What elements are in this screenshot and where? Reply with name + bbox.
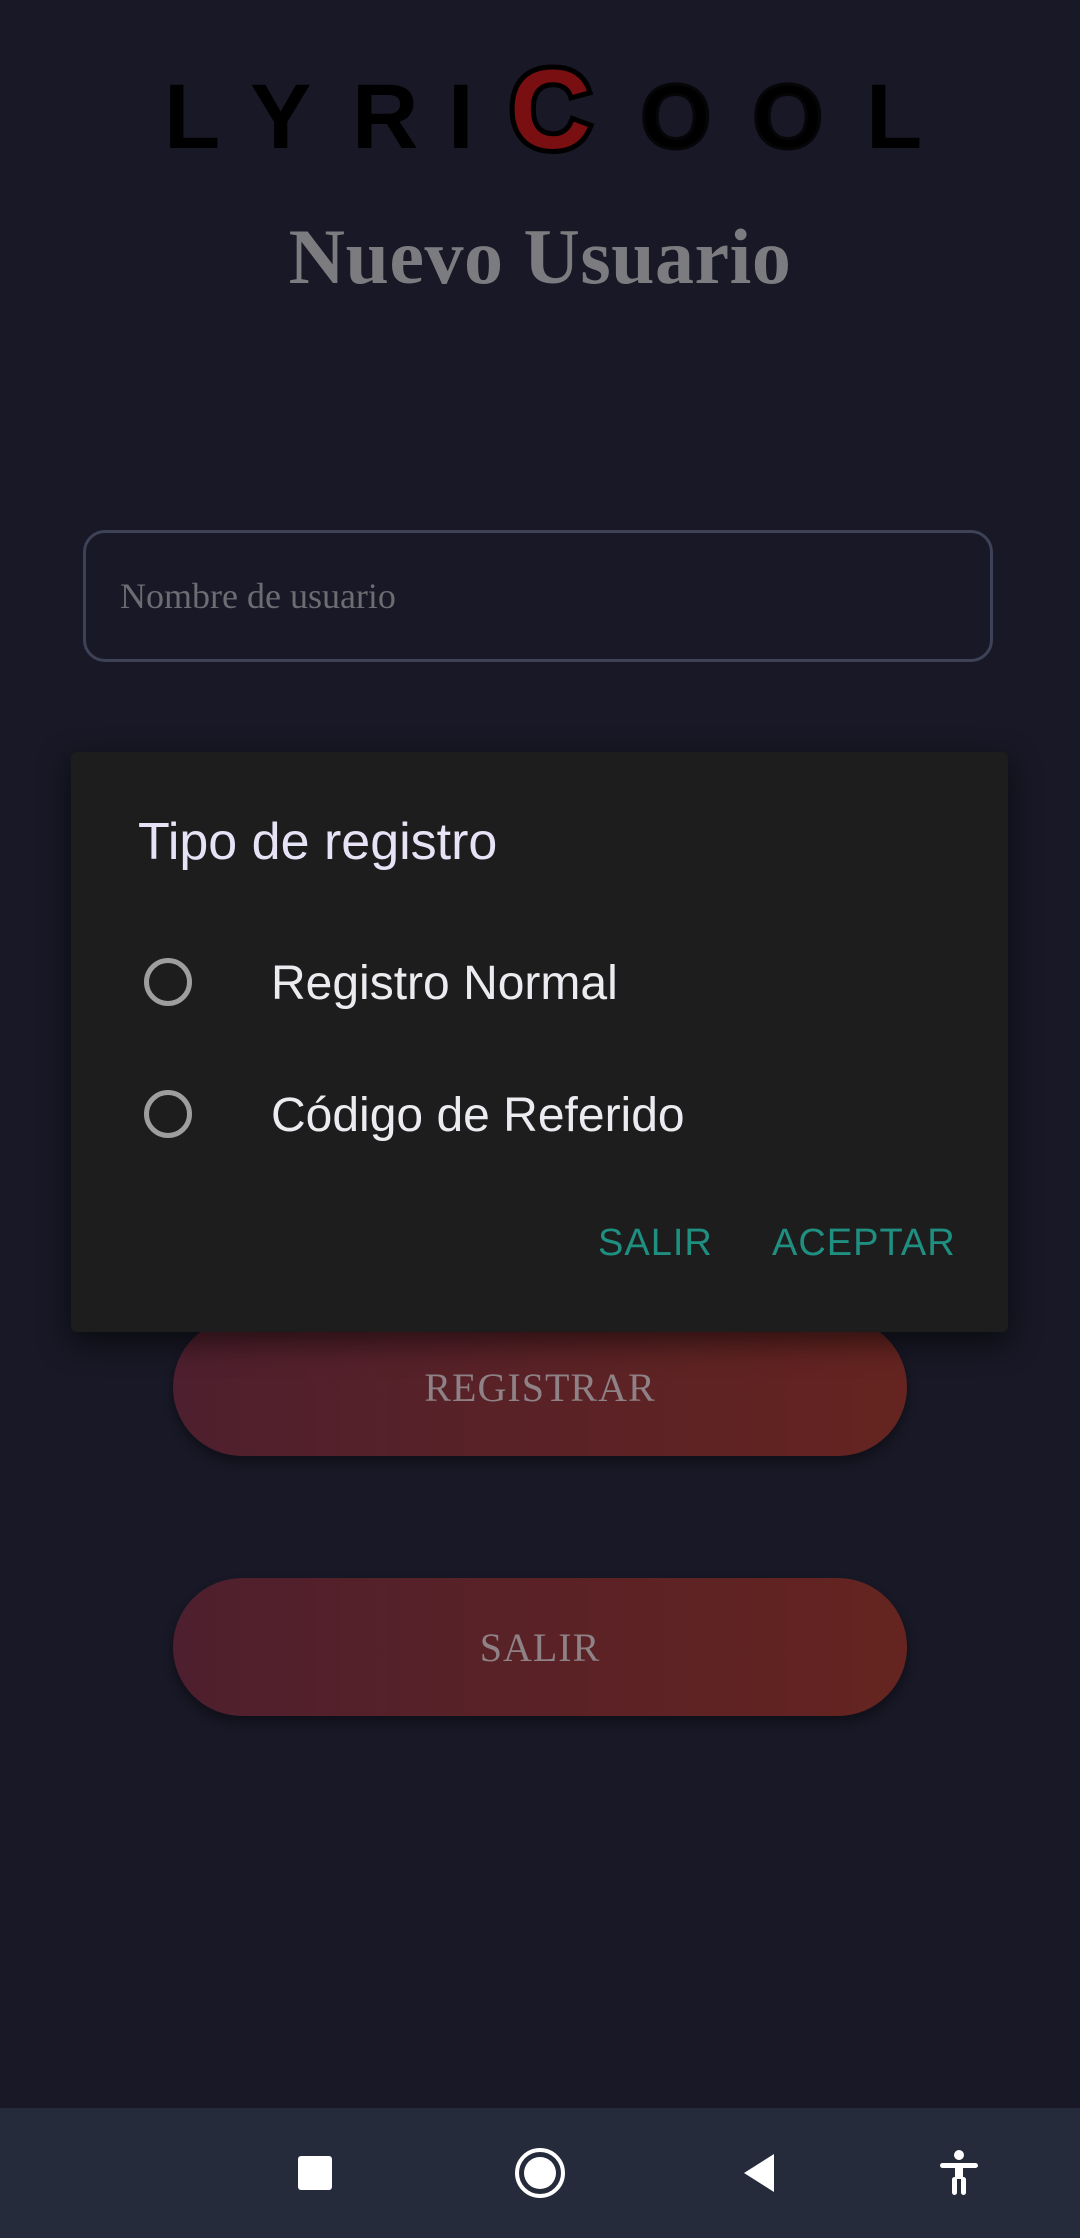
radio-unchecked-icon[interactable] bbox=[144, 958, 192, 1006]
logo-letter: I bbox=[448, 66, 474, 168]
radio-unchecked-icon[interactable] bbox=[144, 1090, 192, 1138]
recent-apps-icon bbox=[298, 2156, 332, 2190]
dialog-title: Tipo de registro bbox=[138, 813, 498, 871]
radio-option-normal[interactable]: Registro Normal bbox=[71, 918, 1008, 1050]
username-field[interactable] bbox=[83, 530, 993, 662]
recent-apps-button[interactable] bbox=[260, 2108, 370, 2238]
registration-type-dialog: Tipo de registro Registro Normal Código … bbox=[71, 752, 1008, 1332]
back-icon bbox=[744, 2154, 774, 2192]
radio-label: Registro Normal bbox=[271, 957, 618, 1010]
page-title: Nuevo Usuario bbox=[288, 213, 792, 300]
logo-svg: L Y R I C O O L bbox=[164, 48, 922, 168]
dialog-cancel-button[interactable]: SALIR bbox=[598, 1222, 713, 1265]
system-nav-bar bbox=[0, 2108, 1080, 2238]
dialog-accept-button[interactable]: ACEPTAR bbox=[772, 1222, 956, 1265]
exit-button[interactable]: SALIR bbox=[173, 1578, 907, 1716]
logo-letter: O bbox=[640, 66, 712, 168]
logo-letter: L bbox=[164, 66, 220, 168]
logo-letter: R bbox=[352, 66, 418, 168]
app-screen: L Y R I C O O L Nuevo Usuario REGISTRAR … bbox=[0, 0, 1080, 2238]
logo-letter: L bbox=[866, 66, 922, 168]
register-button[interactable]: REGISTRAR bbox=[173, 1318, 907, 1456]
home-icon bbox=[515, 2148, 565, 2198]
accessibility-button[interactable] bbox=[904, 2108, 1014, 2238]
lyricool-logo: L Y R I C O O L bbox=[0, 48, 1080, 168]
username-input[interactable] bbox=[86, 533, 990, 659]
logo-letter: O bbox=[752, 66, 824, 168]
radio-label: Código de Referido bbox=[271, 1089, 685, 1142]
home-button[interactable] bbox=[485, 2108, 595, 2238]
logo-letter: Y bbox=[250, 66, 311, 168]
back-button[interactable] bbox=[705, 2108, 815, 2238]
radio-option-referral[interactable]: Código de Referido bbox=[71, 1050, 1008, 1182]
logo-letter-accent: C bbox=[510, 48, 591, 168]
accessibility-icon bbox=[940, 2150, 978, 2195]
